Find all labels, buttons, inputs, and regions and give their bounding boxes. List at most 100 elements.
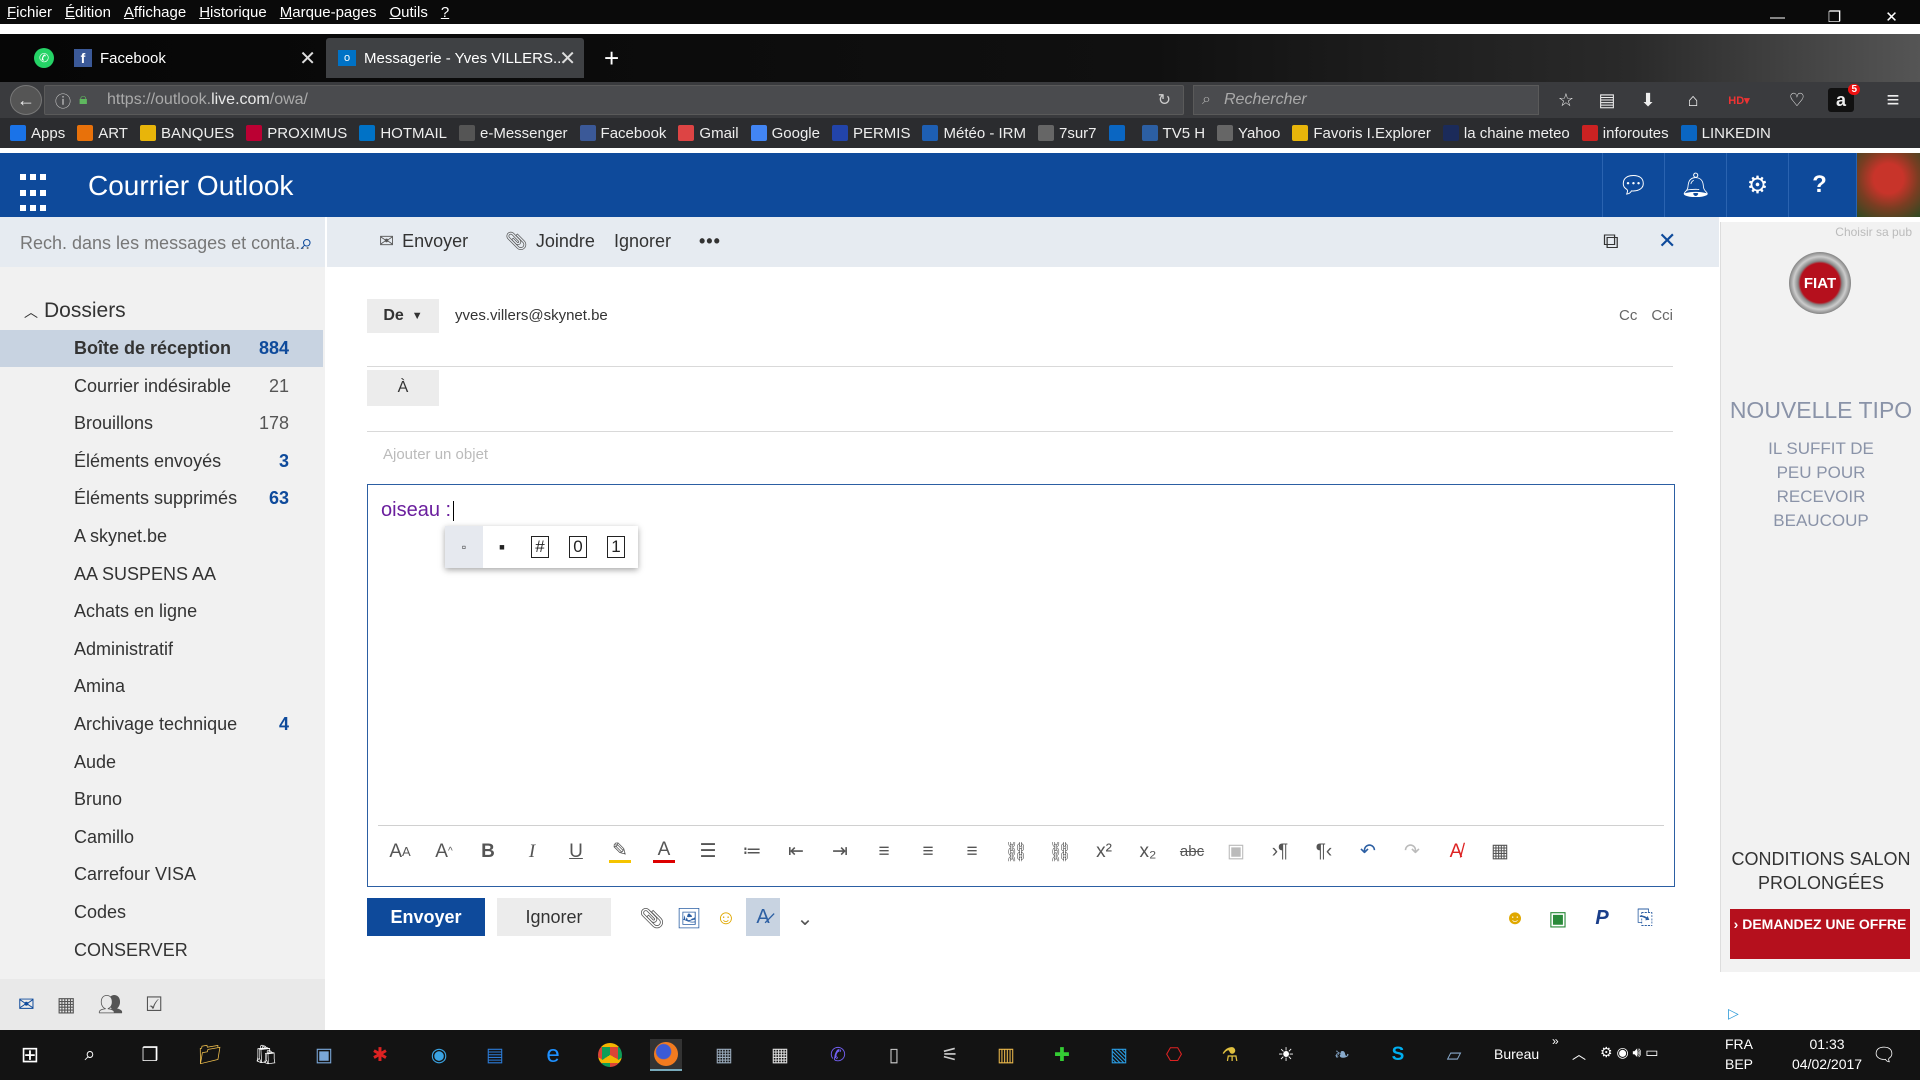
bookmark-item[interactable]: Apps bbox=[10, 125, 65, 142]
insert-picture-icon[interactable]: 🖼︎ bbox=[672, 902, 706, 934]
bookmark-item[interactable]: 7sur7 bbox=[1038, 125, 1097, 142]
bcc-link[interactable]: Cci bbox=[1651, 307, 1673, 324]
folder-item[interactable]: AA SUSPENS AA bbox=[0, 556, 323, 593]
input-language[interactable]: FRA BEP bbox=[1725, 1034, 1753, 1074]
underline-icon[interactable]: U bbox=[554, 832, 598, 872]
align-right-icon[interactable]: ≡ bbox=[950, 832, 994, 872]
align-left-icon[interactable]: ≡ bbox=[862, 832, 906, 872]
bookmark-item[interactable]: PERMIS bbox=[831, 125, 910, 142]
subscript-icon[interactable]: x₂ bbox=[1126, 832, 1170, 872]
store-icon[interactable]: 🛍︎ bbox=[250, 1039, 282, 1071]
menu-item[interactable]: Outils bbox=[389, 4, 427, 21]
increase-indent-icon[interactable]: ⇥ bbox=[818, 832, 862, 872]
align-center-icon[interactable]: ≡ bbox=[906, 832, 950, 872]
menu-item[interactable]: Affichage bbox=[124, 4, 186, 21]
autocomplete-item[interactable]: ▫ bbox=[445, 526, 483, 568]
app-icon[interactable]: ▣ bbox=[308, 1039, 340, 1071]
tab-messagerie[interactable]: o Messagerie - Yves VILLERS... ✕ bbox=[326, 38, 584, 78]
send-command[interactable]: ✉︎ Envoyer bbox=[379, 231, 468, 252]
app-icon[interactable]: ⚗ bbox=[1214, 1039, 1246, 1071]
bookmark-item[interactable]: Favoris I.Explorer bbox=[1292, 125, 1431, 142]
from-dropdown-button[interactable]: De ▼ bbox=[367, 299, 439, 333]
reading-list-icon[interactable]: ▤ bbox=[1594, 88, 1620, 112]
star-bookmark-icon[interactable]: ☆ bbox=[1553, 88, 1579, 112]
app-icon[interactable]: ✚ bbox=[1046, 1039, 1078, 1071]
bookmark-item[interactable]: TV5 H bbox=[1141, 125, 1205, 142]
format-toggle-icon[interactable]: A̷ bbox=[746, 898, 780, 936]
mail-search-input[interactable]: Rech. dans les messages et conta... ⌕ bbox=[0, 217, 325, 267]
bookmark-item[interactable]: Météo - IRM bbox=[922, 125, 1026, 142]
app-icon[interactable]: ▤ bbox=[479, 1039, 511, 1071]
folder-item[interactable]: Bruno bbox=[0, 781, 323, 818]
chrome-icon[interactable] bbox=[594, 1039, 626, 1071]
insert-link-icon[interactable]: ⛓ bbox=[994, 832, 1038, 872]
folder-item[interactable]: Archivage technique 4 bbox=[0, 706, 323, 743]
folder-item[interactable]: Achats en ligne bbox=[0, 593, 323, 630]
maximize-icon[interactable]: ❐ bbox=[1806, 0, 1863, 34]
ad-banner[interactable]: Choisir sa pub FIAT NOUVELLE TIPO IL SUF… bbox=[1720, 222, 1920, 972]
menu-item[interactable]: Marque-pages bbox=[280, 4, 377, 21]
help-icon[interactable]: ? bbox=[1788, 153, 1850, 217]
app-icon[interactable]: ▧ bbox=[1103, 1039, 1135, 1071]
bookmark-item[interactable] bbox=[1108, 125, 1130, 141]
close-tab-icon[interactable]: ✕ bbox=[299, 46, 316, 71]
settings-gear-icon[interactable]: ⚙ bbox=[1726, 153, 1788, 217]
emoji-addin-icon[interactable]: ☻ bbox=[1498, 902, 1532, 934]
mail-icon[interactable]: ✉ bbox=[18, 992, 35, 1017]
close-icon[interactable]: ✕ bbox=[1658, 228, 1676, 254]
search-icon[interactable]: ⌕ bbox=[74, 1039, 106, 1071]
toolbar-expand-icon[interactable]: » bbox=[1552, 1034, 1559, 1048]
download-icon[interactable]: ⬇ bbox=[1635, 88, 1661, 112]
insert-table-icon[interactable]: ▦ bbox=[1478, 832, 1522, 872]
minimize-icon[interactable]: — bbox=[1749, 0, 1806, 34]
folder-item[interactable]: Éléments supprimés 63 bbox=[0, 480, 323, 517]
viber-icon[interactable]: ✆ bbox=[822, 1039, 854, 1071]
action-center-icon[interactable]: 🗨︎ bbox=[1868, 1039, 1900, 1071]
search-icon[interactable]: ⌕ bbox=[301, 229, 313, 255]
superscript-icon[interactable]: x² bbox=[1082, 832, 1126, 872]
bookmark-item[interactable]: BANQUES bbox=[139, 125, 234, 142]
menu-item[interactable]: ? bbox=[441, 4, 449, 21]
tab-facebook[interactable]: f Facebook ✕ bbox=[62, 38, 324, 78]
italic-icon[interactable]: I bbox=[510, 832, 554, 872]
font-icon[interactable]: AA bbox=[378, 832, 422, 872]
bold-icon[interactable]: B bbox=[466, 832, 510, 872]
firefox-icon[interactable] bbox=[650, 1039, 682, 1071]
task-view-icon[interactable]: ❒ bbox=[134, 1039, 166, 1071]
send-button[interactable]: Envoyer bbox=[367, 898, 485, 936]
app-icon[interactable]: ▯ bbox=[878, 1039, 910, 1071]
folders-heading[interactable]: ︿ Dossiers bbox=[24, 299, 126, 323]
menu-item[interactable]: Édition bbox=[65, 4, 111, 21]
hamburger-menu-icon[interactable]: ≡ bbox=[1880, 87, 1906, 112]
discard-command[interactable]: Ignorer bbox=[614, 231, 671, 252]
attach-command[interactable]: 📎︎ Joindre bbox=[505, 231, 595, 252]
adchoices-icon[interactable]: ▷ bbox=[1728, 1005, 1739, 1022]
close-tab-icon[interactable]: ✕ bbox=[559, 46, 576, 71]
folder-item[interactable]: Carrefour VISA bbox=[0, 856, 323, 893]
bookmark-item[interactable]: e-Messenger bbox=[459, 125, 568, 142]
bookmark-item[interactable]: la chaine meteo bbox=[1442, 125, 1570, 142]
reload-icon[interactable]: ↻ bbox=[1158, 90, 1171, 110]
amazon-icon[interactable]: a5 bbox=[1828, 84, 1860, 112]
edge-icon[interactable]: e bbox=[537, 1039, 569, 1071]
back-icon[interactable]: ← bbox=[10, 85, 42, 115]
strikethrough-icon[interactable]: abc bbox=[1170, 832, 1214, 872]
app-icon[interactable]: ✱ bbox=[364, 1039, 396, 1071]
brightness-icon[interactable]: ☀ bbox=[1270, 1039, 1302, 1071]
autocomplete-item[interactable]: # bbox=[521, 526, 559, 568]
folder-item[interactable]: Aude bbox=[0, 744, 323, 781]
emoji-icon[interactable]: ☺ bbox=[709, 902, 743, 934]
addin-icon[interactable]: ⎘ bbox=[1628, 902, 1662, 934]
bullets-icon[interactable]: ☰ bbox=[686, 832, 730, 872]
tasks-icon[interactable]: ☑ bbox=[145, 992, 163, 1017]
highlight-icon[interactable]: ✎ bbox=[609, 840, 631, 863]
app-icon[interactable]: ▥ bbox=[990, 1039, 1022, 1071]
popout-icon[interactable]: ⧉ bbox=[1603, 228, 1619, 254]
folder-item[interactable]: A skynet.be bbox=[0, 518, 323, 555]
autocomplete-item[interactable]: ▪ bbox=[483, 526, 521, 568]
menu-item[interactable]: Historique bbox=[199, 4, 267, 21]
folder-item[interactable]: Brouillons 178 bbox=[0, 405, 323, 442]
clock[interactable]: 01:33 04/02/2017 bbox=[1792, 1034, 1862, 1074]
subject-input[interactable]: Ajouter un objet bbox=[383, 446, 488, 463]
tray-icons[interactable]: ⚙ ◉ 🔊︎ ▭ bbox=[1600, 1044, 1658, 1061]
